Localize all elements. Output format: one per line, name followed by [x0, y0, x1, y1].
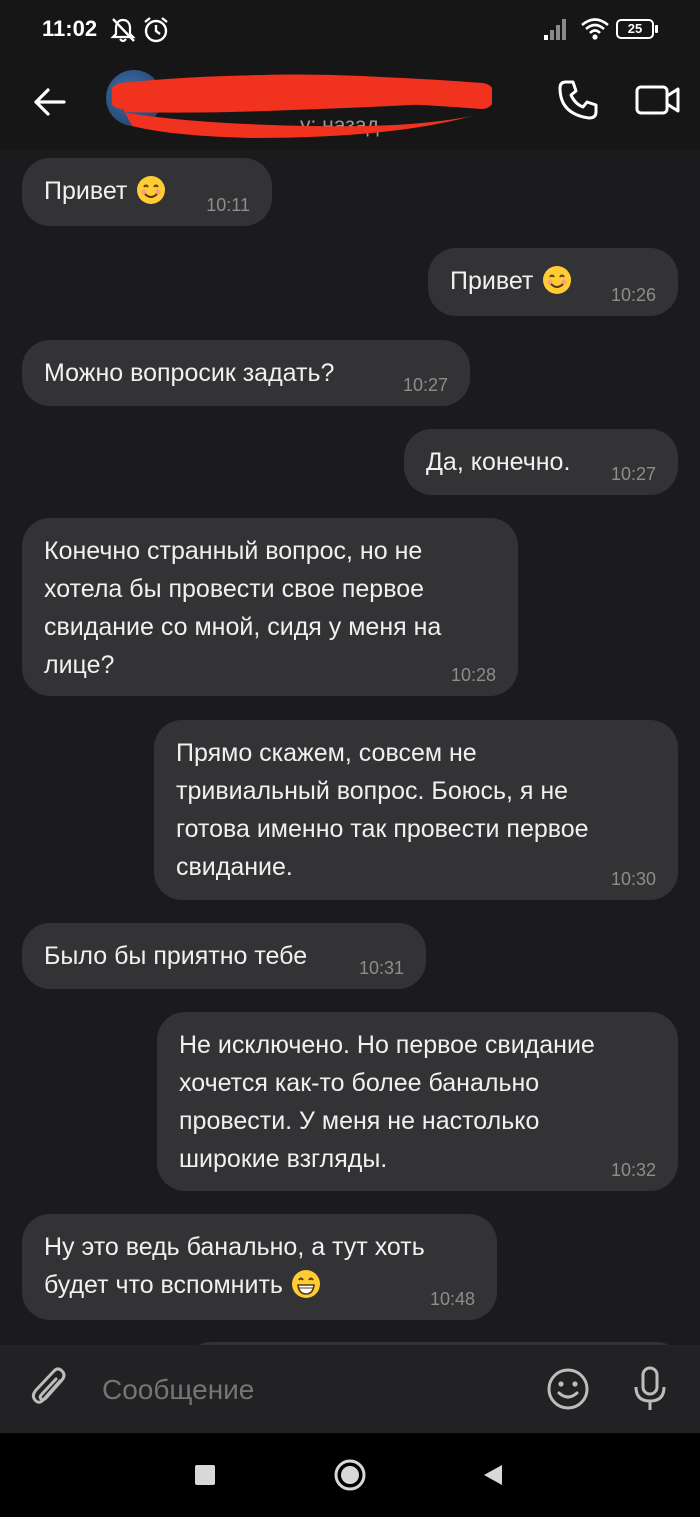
chat-header: у: назад — [0, 62, 700, 150]
grinning-face-emoji-icon — [292, 1270, 321, 1298]
message-incoming[interactable]: Было бы приятно тебе 10:31 — [22, 923, 426, 989]
message-time: 10:48 — [429, 1289, 475, 1309]
message-text: Привет — [44, 177, 128, 205]
battery-icon: 25 — [616, 19, 658, 39]
back-nav-icon[interactable] — [482, 1463, 504, 1487]
attach-paperclip-icon[interactable] — [30, 1367, 70, 1411]
message-outgoing[interactable]: Привет 10:26 — [428, 248, 678, 316]
message-outgoing[interactable]: Не исключено. Но первое свидание хочется… — [157, 1012, 678, 1191]
message-time: 10:32 — [610, 1160, 656, 1180]
message-time: 10:28 — [450, 665, 496, 685]
redaction-scribble — [112, 74, 492, 138]
message-outgoing[interactable]: Да, конечно. 10:27 — [404, 429, 678, 495]
mute-notifications-icon — [110, 18, 136, 43]
message-time: 10:31 — [358, 958, 404, 978]
signal-icon — [544, 19, 566, 40]
video-call-icon[interactable] — [634, 82, 682, 118]
message-text: Прямо скажем, совсем не тривиальный вопр… — [176, 739, 589, 881]
message-text: Привет — [450, 267, 534, 295]
alarm-icon — [144, 17, 168, 43]
message-time: 10:26 — [610, 285, 656, 305]
message-text: Не исключено. Но первое свидание хочется… — [179, 1031, 595, 1173]
system-navigation-bar — [0, 1433, 700, 1517]
wifi-icon — [581, 18, 609, 40]
message-incoming[interactable]: Можно вопросик задать? 10:27 — [22, 340, 470, 406]
home-icon[interactable] — [333, 1458, 367, 1492]
message-time: 10:27 — [402, 375, 448, 395]
status-bar: 11:02 25 — [0, 0, 700, 62]
message-time: 10:27 — [610, 464, 656, 484]
message-incoming[interactable]: Конечно странный вопрос, но не хотела бы… — [22, 518, 518, 696]
recent-apps-icon[interactable] — [194, 1464, 216, 1486]
message-outgoing[interactable]: Прямо скажем, совсем не тривиальный вопр… — [154, 720, 678, 900]
message-incoming[interactable]: Ну это ведь банально, а тут хоть будет ч… — [22, 1214, 497, 1320]
smiling-face-emoji-icon — [136, 176, 165, 204]
message-text: Было бы приятно тебе — [44, 942, 308, 970]
back-arrow-icon[interactable] — [30, 82, 70, 122]
message-time: 10:30 — [610, 869, 656, 889]
message-text: Да, конечно. — [426, 448, 571, 476]
message-composer — [0, 1345, 700, 1433]
message-text: Можно вопросик задать? — [44, 359, 335, 387]
message-text: Конечно странный вопрос, но не хотела бы… — [44, 537, 442, 679]
message-time: 10:11 — [206, 195, 250, 215]
message-input[interactable] — [100, 1369, 504, 1411]
message-list[interactable]: Привет 10:11 Привет 10:26 Можно вопросик… — [0, 150, 700, 1345]
message-text: Ну это ведь банально, а тут хоть будет ч… — [44, 1233, 425, 1299]
phone-call-icon[interactable] — [556, 78, 600, 122]
status-time: 11:02 — [42, 16, 98, 41]
message-incoming[interactable]: Привет 10:11 — [22, 158, 272, 226]
emoji-picker-icon[interactable] — [546, 1367, 590, 1411]
microphone-icon[interactable] — [632, 1365, 668, 1413]
smiling-face-emoji-icon — [542, 266, 571, 294]
